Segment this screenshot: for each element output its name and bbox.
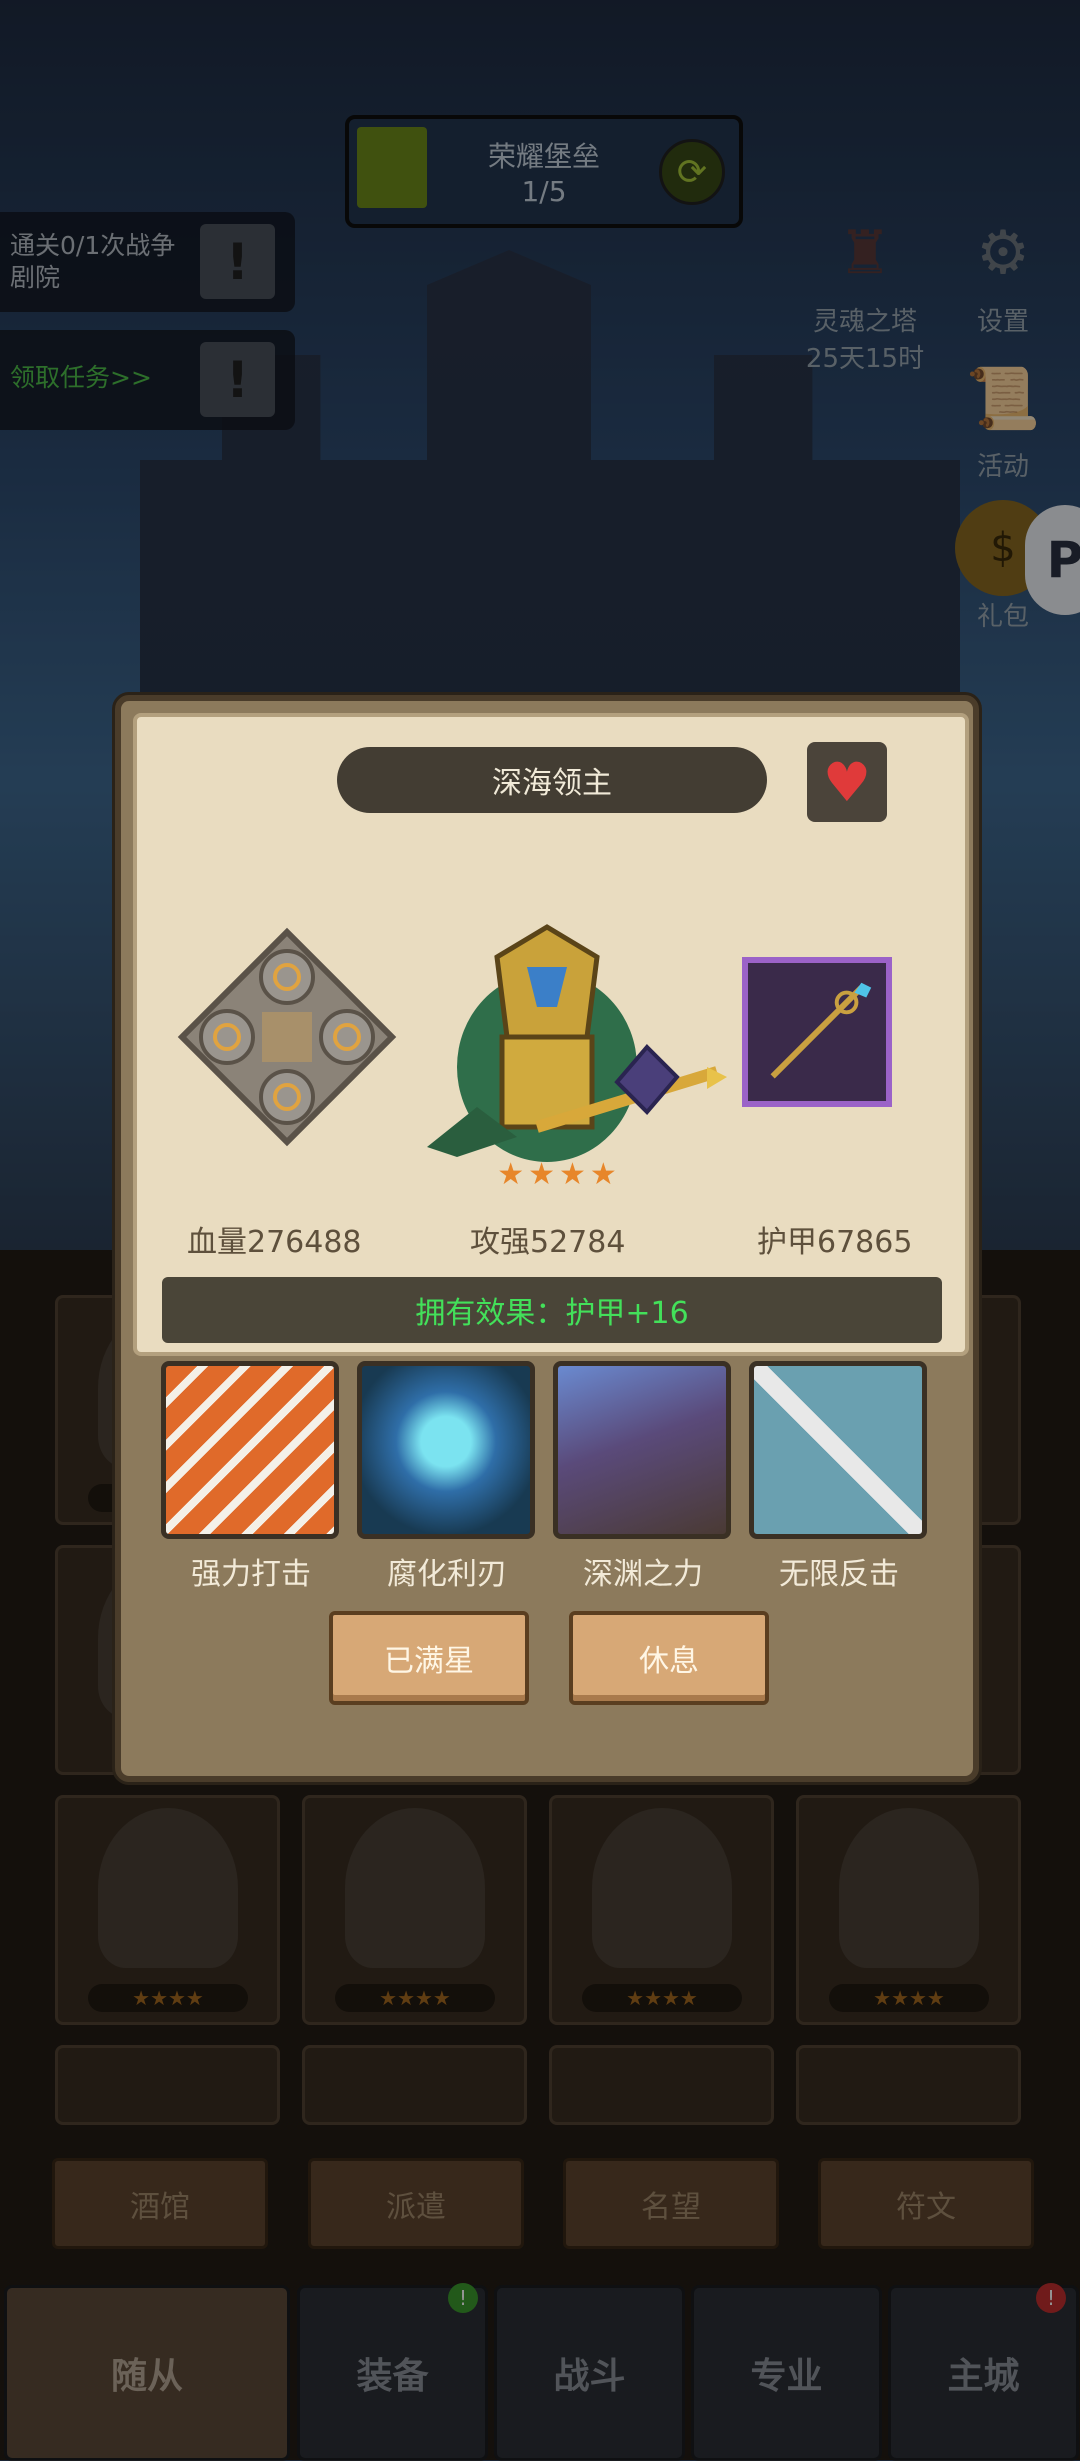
stat-hp: 血量276488 (187, 1225, 362, 1260)
hero-portrait (427, 924, 727, 1162)
skill-name: 无限反击 (779, 1557, 899, 1592)
skill-infinite-counter[interactable]: 无限反击 (749, 1361, 929, 1593)
skill-name: 腐化利刃 (387, 1557, 507, 1592)
rest-button[interactable]: 休息 (569, 1611, 769, 1705)
skill-abyss-power[interactable]: 深渊之力 (553, 1361, 733, 1593)
skill-name: 深渊之力 (583, 1557, 703, 1592)
staff-icon (770, 982, 872, 1079)
weapon-slot[interactable] (742, 957, 892, 1107)
crossed-swords-icon (749, 1361, 927, 1539)
stat-attack: 攻强52784 (470, 1225, 626, 1260)
owned-effect: 拥有效果：护甲+16 (162, 1277, 942, 1343)
skill-name: 强力打击 (191, 1557, 311, 1592)
star-icon: ★ (559, 1157, 586, 1192)
stat-armor: 护甲67865 (757, 1225, 913, 1260)
star-icon: ★ (528, 1157, 555, 1192)
star-icon: ★ (497, 1157, 525, 1192)
corrupt-blade-icon (357, 1361, 535, 1539)
favorite-heart-icon[interactable]: ♥ (807, 742, 887, 822)
hero-card: 深海领主 ♥ ★ ★ ★ ★ 血量276488 攻强52784 护甲67865 … (133, 713, 969, 1356)
hero-name: 深海领主 (337, 747, 767, 813)
skill-power-strike[interactable]: 强力打击 (161, 1361, 341, 1593)
blade-strike-icon (161, 1361, 339, 1539)
max-star-button[interactable]: 已满星 (329, 1611, 529, 1705)
skill-corrupt-blade[interactable]: 腐化利刃 (357, 1361, 537, 1593)
abyss-fist-icon (553, 1361, 731, 1539)
class-emblem-icon (177, 927, 397, 1147)
hero-detail-modal: 深海领主 ♥ ★ ★ ★ ★ 血量276488 攻强52784 护甲67865 … (115, 695, 979, 1782)
hero-star-rating: ★ ★ ★ ★ (477, 1157, 637, 1197)
star-icon: ★ (589, 1157, 617, 1192)
